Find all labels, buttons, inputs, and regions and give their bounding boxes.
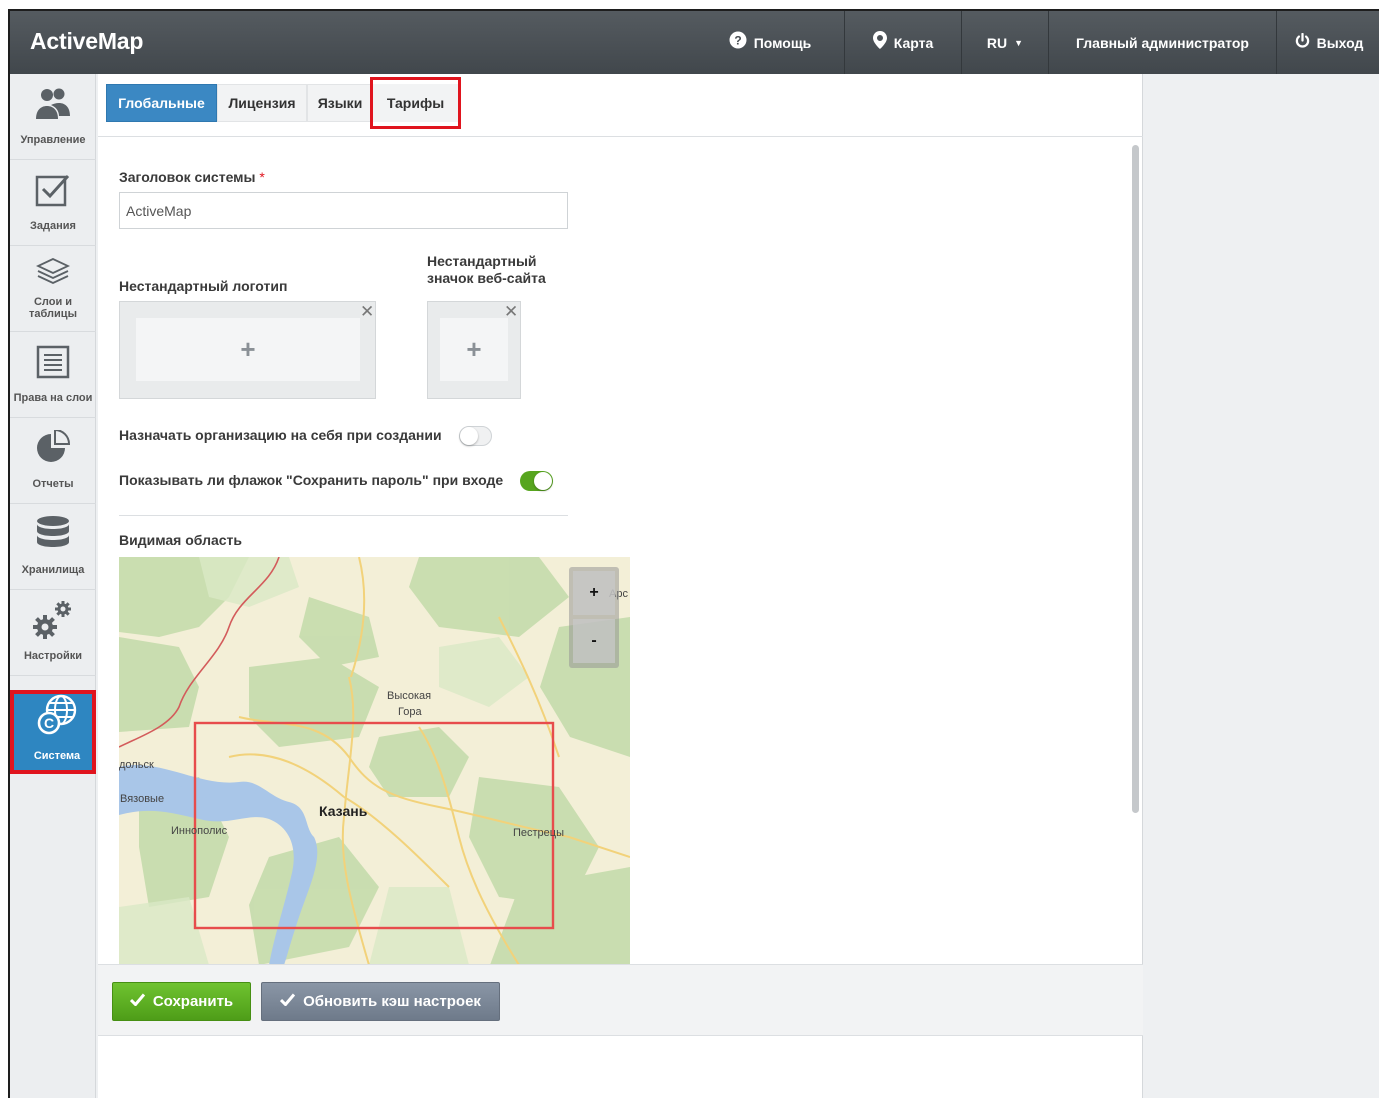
app-window: ActiveMap ? Помощь Карта RU ▼ Главный ад… <box>8 9 1379 1098</box>
app-logo[interactable]: ActiveMap <box>30 28 143 55</box>
system-title-label: Заголовок системы * <box>119 169 265 185</box>
required-mark: * <box>259 169 265 185</box>
add-icon[interactable]: + <box>440 318 508 381</box>
logo-upload[interactable]: + ✕ <box>119 301 376 399</box>
power-icon <box>1295 32 1310 53</box>
main-panel: Глобальные Лицензия Языки Тарифы Заголов… <box>98 74 1143 1098</box>
system-title-input[interactable] <box>119 192 568 229</box>
map-label-innopolis: Иннополис <box>171 825 228 837</box>
map-label-zelenodolsk: дольск <box>119 759 154 771</box>
document-list-icon <box>10 342 96 382</box>
map-zoom-control: + - <box>569 567 619 668</box>
form-footer: Сохранить Обновить кэш настроек <box>98 964 1143 1036</box>
favicon-upload[interactable]: + ✕ <box>427 301 521 399</box>
assign-org-toggle[interactable] <box>459 426 492 446</box>
map-label-gora: Гора <box>398 706 422 718</box>
show-remember-toggle[interactable] <box>520 471 553 491</box>
tab-highlight-frame <box>370 77 461 129</box>
sidebar-item-layer-rights[interactable]: Права на слои <box>10 332 96 418</box>
gears-icon <box>10 600 96 640</box>
zoom-in-button[interactable]: + <box>573 571 615 615</box>
tab-license[interactable]: Лицензия <box>217 84 307 122</box>
sidebar-item-system[interactable]: C Система <box>10 690 96 774</box>
visible-area-map[interactable]: Высокая Гора дольск Вязовые Казань Инноп… <box>119 557 630 964</box>
svg-text:C: C <box>44 715 54 731</box>
visible-area-label: Видимая область <box>119 532 243 548</box>
checkbox-icon <box>10 170 96 210</box>
assign-org-label: Назначать организацию на себя при создан… <box>119 427 442 443</box>
zoom-out-button[interactable]: - <box>573 619 615 663</box>
user-menu[interactable]: Главный администратор <box>1048 11 1276 74</box>
sidebar-item-management[interactable]: Управление <box>10 74 96 160</box>
divider <box>119 515 568 516</box>
settings-form: Заголовок системы * Нестандартный логоти… <box>98 138 1143 964</box>
database-icon <box>10 514 96 554</box>
layers-icon <box>10 252 96 292</box>
show-remember-label: Показывать ли флажок "Сохранить пароль" … <box>119 472 504 488</box>
custom-logo-label: Нестандартный логотип <box>119 278 288 294</box>
check-icon <box>280 993 296 1010</box>
map-label-vyazovye: Вязовые <box>120 793 165 805</box>
sidebar-item-reports[interactable]: Отчеты <box>10 418 96 504</box>
sidebar-item-layers[interactable]: Слои и таблицы <box>10 246 96 332</box>
question-circle-icon: ? <box>729 31 747 54</box>
sidebar: Управление Задания Слои и таблицы Права … <box>10 74 96 1098</box>
map-link[interactable]: Карта <box>844 11 961 74</box>
check-icon <box>129 993 145 1010</box>
svg-text:?: ? <box>734 34 741 48</box>
save-button[interactable]: Сохранить <box>112 982 251 1021</box>
remove-logo-icon[interactable]: ✕ <box>360 302 374 322</box>
help-link[interactable]: ? Помощь <box>696 11 844 74</box>
pie-chart-icon <box>10 428 96 468</box>
sidebar-item-tasks[interactable]: Задания <box>10 160 96 246</box>
custom-favicon-label: Нестандартный значок веб-сайта <box>427 253 546 286</box>
tab-languages[interactable]: Языки <box>307 84 373 122</box>
tab-global[interactable]: Глобальные <box>106 84 217 122</box>
users-icon <box>10 84 96 124</box>
map-label-kazan: Казань <box>319 803 368 819</box>
settings-tabs: Глобальные Лицензия Языки Тарифы <box>98 74 1143 137</box>
map-label-pestretsy: Пестрецы <box>513 827 565 839</box>
content-scrollbar[interactable] <box>1132 145 1139 813</box>
map-marker-icon <box>872 31 887 54</box>
add-icon[interactable]: + <box>136 318 360 381</box>
map-label-vysokaya: Высокая <box>387 690 432 702</box>
refresh-cache-button[interactable]: Обновить кэш настроек <box>261 982 500 1021</box>
remove-favicon-icon[interactable]: ✕ <box>504 302 518 322</box>
map-tiles <box>119 557 630 964</box>
sidebar-item-storage[interactable]: Хранилища <box>10 504 96 590</box>
top-navbar: ActiveMap ? Помощь Карта RU ▼ Главный ад… <box>10 11 1379 74</box>
language-dropdown[interactable]: RU ▼ <box>961 11 1048 74</box>
caret-down-icon: ▼ <box>1014 37 1024 48</box>
logout-link[interactable]: Выход <box>1276 11 1379 74</box>
sidebar-item-settings[interactable]: Настройки <box>10 590 96 676</box>
globe-copyright-icon: C <box>14 694 100 736</box>
